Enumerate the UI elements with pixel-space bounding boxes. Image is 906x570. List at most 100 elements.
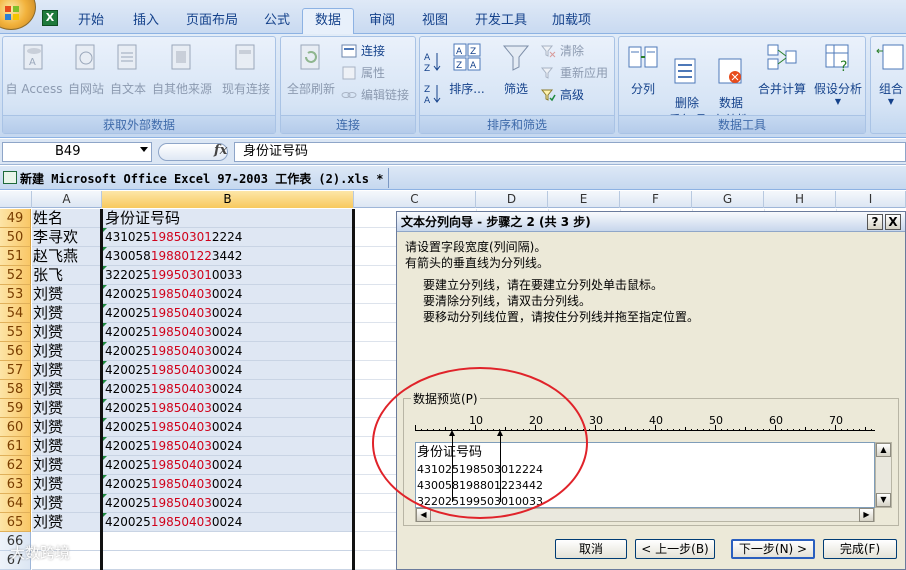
cell-empty[interactable] — [102, 532, 353, 551]
row-header[interactable]: 56 — [0, 342, 31, 361]
from-other-sources-button[interactable]: 自其他来源 — [149, 41, 215, 97]
tab-home[interactable]: 开始 — [76, 11, 106, 33]
help-button[interactable]: ? — [867, 214, 883, 230]
row-header[interactable]: 61 — [0, 437, 31, 456]
from-access-button[interactable]: A 自 Access — [5, 41, 63, 97]
from-text-button[interactable]: 自文本 — [107, 41, 149, 97]
reapply-button[interactable]: 重新应用 — [540, 63, 608, 83]
cell-id-number[interactable]: 420025198504030024 — [102, 475, 353, 494]
filter-button[interactable]: 筛选 — [494, 41, 538, 97]
properties-button[interactable]: 属性 — [341, 63, 385, 83]
existing-connections-button[interactable]: 现有连接 — [219, 41, 273, 97]
cancel-button[interactable]: 取消 — [555, 539, 627, 559]
formula-input[interactable]: 身份证号码 — [234, 142, 906, 162]
cell-name[interactable]: 刘赟 — [32, 304, 101, 323]
from-web-button[interactable]: 自网站 — [65, 41, 107, 97]
column-header-e[interactable]: E — [548, 191, 620, 208]
column-header-c[interactable]: C — [354, 191, 476, 208]
row-header[interactable]: 63 — [0, 475, 31, 494]
cell-name[interactable]: 赵飞燕 — [32, 247, 101, 266]
column-header-b[interactable]: B — [102, 191, 354, 208]
close-button[interactable]: X — [885, 214, 901, 230]
sort-a-z-icon[interactable]: AZ — [424, 51, 442, 73]
column-header-a[interactable]: A — [32, 191, 102, 208]
scroll-up-icon[interactable]: ▲ — [876, 443, 891, 457]
cell-id-number[interactable]: 420025198504030024 — [102, 380, 353, 399]
cell-id-number[interactable]: 420025198504030024 — [102, 342, 353, 361]
scroll-right-icon[interactable]: ▶ — [859, 508, 874, 522]
cell-id-number[interactable]: 身份证号码 — [102, 209, 353, 228]
column-header-h[interactable]: H — [764, 191, 836, 208]
cell-id-number[interactable]: 420025198504030024 — [102, 494, 353, 513]
row-header[interactable]: 49 — [0, 209, 31, 228]
scroll-down-icon[interactable]: ▼ — [876, 493, 891, 507]
advanced-button[interactable]: 高级 — [540, 85, 584, 105]
name-box[interactable]: B49 — [2, 142, 152, 162]
cell-name[interactable]: 李寻欢 — [32, 228, 101, 247]
row-header[interactable]: 52 — [0, 266, 31, 285]
tab-review[interactable]: 审阅 — [367, 11, 397, 33]
sort-z-a-icon[interactable]: ZA — [424, 83, 442, 105]
cell-id-number[interactable]: 420025198504030024 — [102, 361, 353, 380]
cell-name[interactable]: 张飞 — [32, 266, 101, 285]
sort-button[interactable]: AZZA 排序... — [446, 41, 488, 97]
column-header-g[interactable]: G — [692, 191, 764, 208]
row-header[interactable]: 59 — [0, 399, 31, 418]
row-header[interactable]: 51 — [0, 247, 31, 266]
finish-button[interactable]: 完成(F) — [823, 539, 897, 559]
cell-empty[interactable] — [102, 551, 353, 570]
tab-formulas[interactable]: 公式 — [262, 11, 292, 33]
tab-developer[interactable]: 开发工具 — [473, 11, 529, 33]
consolidate-button[interactable]: 合并计算 — [755, 41, 809, 97]
preview-vertical-scrollbar[interactable]: ▲ ▼ — [875, 442, 892, 508]
insert-function-icon[interactable]: fx — [214, 143, 227, 158]
row-header[interactable]: 54 — [0, 304, 31, 323]
refresh-all-button[interactable]: 全部刷新 — [283, 41, 339, 97]
cell-id-number[interactable]: 431025198503012224 — [102, 228, 353, 247]
cell-id-number[interactable]: 420025198504030024 — [102, 285, 353, 304]
clear-button[interactable]: 清除 — [540, 41, 584, 61]
name-box-dropdown-icon[interactable] — [140, 147, 148, 152]
cell-name[interactable]: 刘赟 — [32, 285, 101, 304]
cell-name[interactable]: 刘赟 — [32, 418, 101, 437]
cell-id-number[interactable]: 420025198504030024 — [102, 437, 353, 456]
cell-name[interactable]: 姓名 — [32, 209, 101, 228]
row-header[interactable]: 64 — [0, 494, 31, 513]
cell-name[interactable]: 刘赟 — [32, 475, 101, 494]
cell-name[interactable]: 刘赟 — [32, 437, 101, 456]
row-header[interactable]: 62 — [0, 456, 31, 475]
excel-quick-access-icon[interactable]: X — [42, 10, 58, 26]
tab-view[interactable]: 视图 — [420, 11, 450, 33]
tab-addins[interactable]: 加载项 — [550, 11, 593, 33]
cell-id-number[interactable]: 420025198504030024 — [102, 418, 353, 437]
cell-id-number[interactable]: 420025198504030024 — [102, 304, 353, 323]
row-header[interactable]: 65 — [0, 513, 31, 532]
cell-name[interactable]: 刘赟 — [32, 323, 101, 342]
cell-id-number[interactable]: 430058198801223442 — [102, 247, 353, 266]
column-header-i[interactable]: I — [836, 191, 906, 208]
cell-id-number[interactable]: 322025199503010033 — [102, 266, 353, 285]
tab-insert[interactable]: 插入 — [131, 11, 161, 33]
back-button[interactable]: < 上一步(B) — [635, 539, 715, 559]
row-header[interactable]: 53 — [0, 285, 31, 304]
office-button[interactable] — [0, 0, 36, 30]
text-to-columns-button[interactable]: 分列 — [621, 41, 665, 97]
cell-id-number[interactable]: 420025198504030024 — [102, 513, 353, 532]
cell-name[interactable]: 刘赟 — [32, 342, 101, 361]
cell-id-number[interactable]: 420025198504030024 — [102, 323, 353, 342]
cell-name[interactable]: 刘赟 — [32, 380, 101, 399]
column-header-d[interactable]: D — [476, 191, 548, 208]
select-all-corner[interactable] — [0, 191, 32, 208]
row-header[interactable]: 50 — [0, 228, 31, 247]
cell-id-number[interactable]: 420025198504030024 — [102, 456, 353, 475]
next-button[interactable]: 下一步(N) > — [731, 539, 815, 559]
cell-name[interactable]: 刘赟 — [32, 399, 101, 418]
tab-data[interactable]: 数据 — [302, 8, 355, 34]
cell-name[interactable]: 刘赟 — [32, 456, 101, 475]
row-header[interactable]: 55 — [0, 323, 31, 342]
tab-page-layout[interactable]: 页面布局 — [184, 11, 240, 33]
what-if-analysis-button[interactable]: ? 假设分析 ▼ — [811, 41, 865, 106]
cell-id-number[interactable]: 420025198504030024 — [102, 399, 353, 418]
connections-button[interactable]: 连接 — [341, 41, 385, 61]
column-header-f[interactable]: F — [620, 191, 692, 208]
